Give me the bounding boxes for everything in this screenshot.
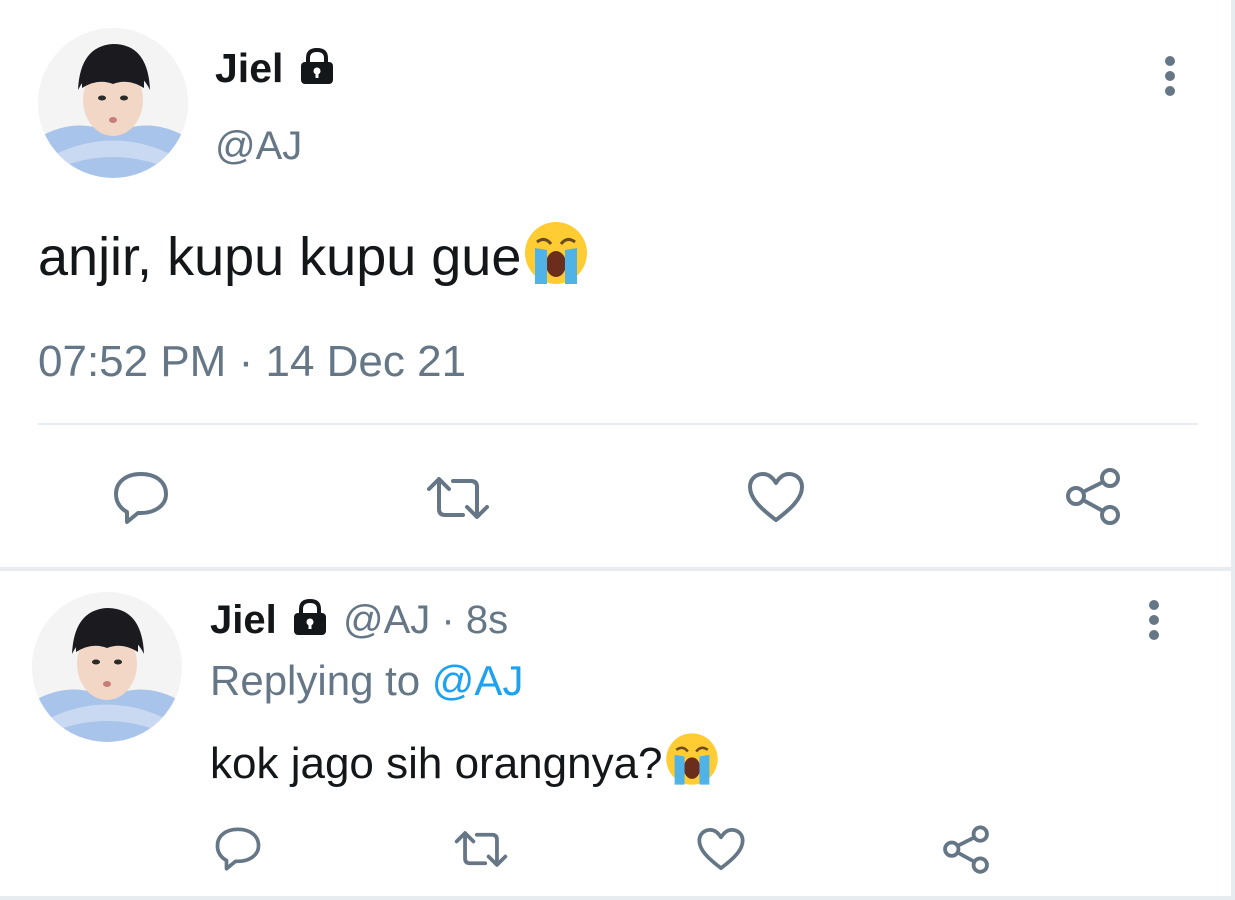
display-name[interactable]: Jiel: [215, 45, 283, 91]
avatar-image: [32, 592, 182, 742]
more-vertical-icon[interactable]: [1158, 54, 1182, 98]
replying-to-handle[interactable]: @AJ: [432, 657, 524, 704]
heart-icon[interactable]: [746, 470, 806, 524]
replying-to-label: Replying to: [210, 657, 421, 704]
tweet-date[interactable]: 14 Dec 21: [265, 337, 466, 386]
tweet-text: anjir, kupu kupu gue: [38, 226, 522, 287]
timestamp-row: 07:52 PM · 14 Dec 21: [38, 336, 466, 388]
avatar-image: [38, 28, 188, 178]
loudly-crying-face-emoji: [521, 218, 591, 303]
lock-icon: [295, 46, 339, 96]
reply-icon[interactable]: [112, 470, 170, 526]
reply-icon[interactable]: [214, 826, 262, 872]
handle[interactable]: @AJ: [343, 598, 430, 642]
tweet-text: kok jago sih orangnya?: [210, 739, 663, 789]
replying-to-row: Replying to @AJ: [210, 656, 523, 706]
loudly-crying-face-emoji: [663, 730, 721, 803]
display-name[interactable]: Jiel: [210, 598, 277, 642]
avatar[interactable]: [38, 28, 188, 178]
display-name-row: Jiel: [215, 44, 339, 96]
lock-icon: [288, 597, 332, 648]
avatar[interactable]: [32, 592, 182, 742]
more-vertical-icon[interactable]: [1142, 598, 1166, 642]
tweet-time[interactable]: 07:52 PM: [38, 337, 226, 386]
separator-dot: ·: [441, 598, 455, 642]
tweet-text-row: anjir, kupu kupu gue: [38, 218, 591, 303]
heart-icon[interactable]: [696, 826, 746, 872]
separator-dot: ·: [238, 337, 254, 386]
section-divider: [0, 567, 1235, 571]
share-icon[interactable]: [940, 824, 992, 876]
divider: [38, 423, 1198, 425]
bottom-divider: [0, 896, 1235, 900]
reply-header-row: Jiel @AJ · 8s: [210, 596, 508, 648]
right-edge-border: [1231, 0, 1235, 900]
share-icon[interactable]: [1062, 466, 1124, 528]
retweet-icon[interactable]: [425, 473, 491, 523]
tweet-age[interactable]: 8s: [466, 598, 508, 642]
retweet-icon[interactable]: [453, 828, 509, 870]
handle[interactable]: @AJ: [215, 122, 302, 170]
tweet-text-row: kok jago sih orangnya?: [210, 730, 721, 803]
